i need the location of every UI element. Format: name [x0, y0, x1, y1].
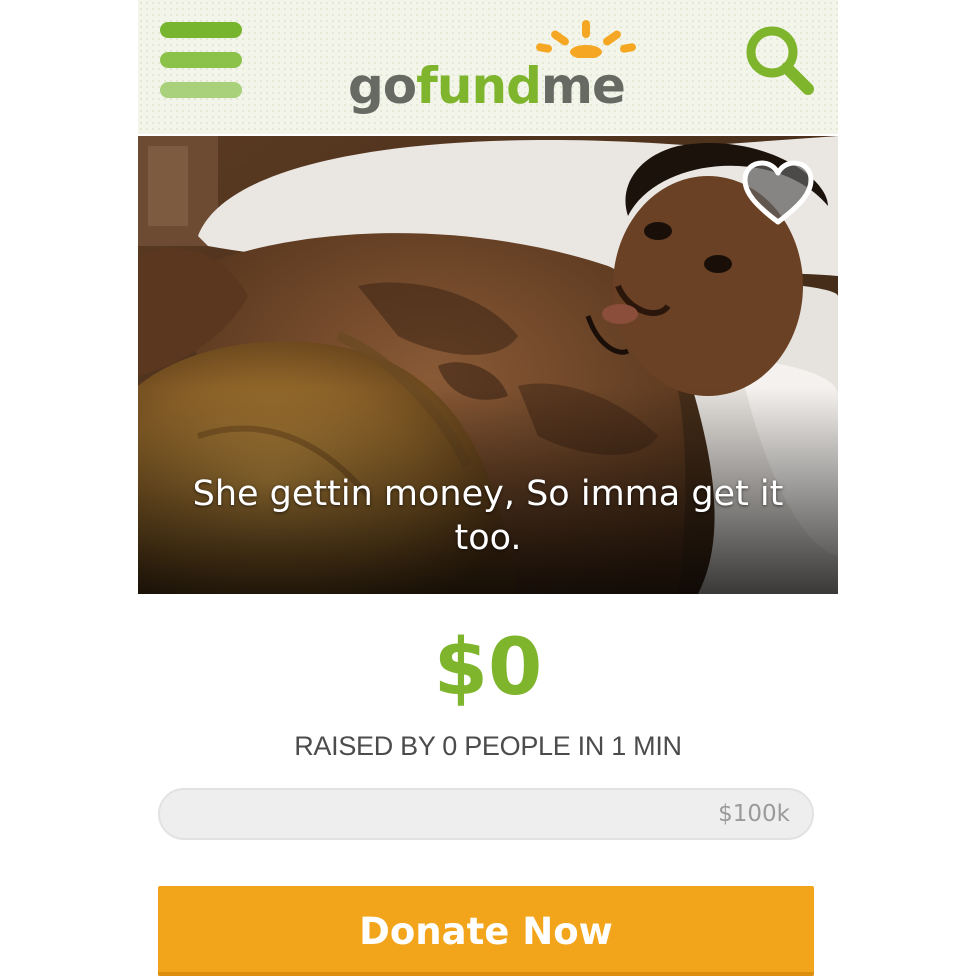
logo-sun-icon [536, 20, 636, 58]
logo-wordmark: gofundme [348, 56, 626, 116]
progress-bar: $100k [158, 788, 814, 840]
hamburger-menu-icon[interactable] [160, 22, 242, 100]
logo-fund-text: fund [416, 57, 542, 115]
menu-bar-top [160, 22, 242, 38]
donate-now-button[interactable]: Donate Now [158, 886, 814, 976]
amount-raised: $0 [433, 623, 543, 713]
campaign-caption: She gettin money, So imma get it too. [138, 472, 838, 560]
goal-label: $100k [718, 801, 790, 827]
menu-bar-bottom [160, 82, 242, 98]
caption-line-2: too. [454, 518, 522, 558]
top-header: gofundme [138, 0, 838, 134]
logo-go-text: go [348, 57, 417, 115]
logo-me-text: me [540, 57, 626, 115]
raised-summary: RAISED BY 0 PEOPLE IN 1 MIN [294, 731, 682, 761]
campaign-photo[interactable]: She gettin money, So imma get it too. [138, 136, 838, 594]
page: gofundme She gettin money, So imma get i… [0, 0, 980, 980]
gofundme-app: gofundme She gettin money, So imma get i… [138, 0, 838, 980]
caption-line-1: She gettin money, So imma get it [192, 474, 784, 514]
search-icon[interactable] [740, 20, 820, 100]
gofundme-logo[interactable]: gofundme [348, 18, 638, 118]
heart-icon[interactable] [740, 158, 816, 230]
menu-bar-middle [160, 52, 242, 68]
